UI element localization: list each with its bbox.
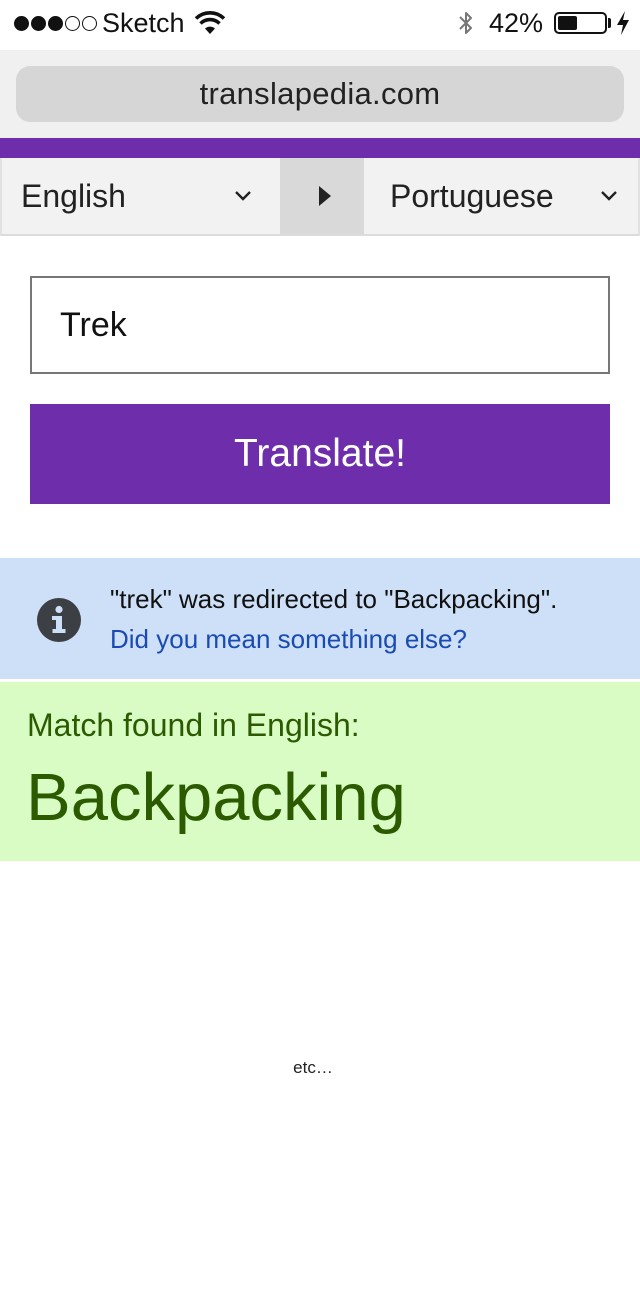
source-language-select[interactable]: English	[2, 158, 280, 234]
match-word: Backpacking	[26, 760, 406, 835]
signal-strength-icon	[14, 15, 97, 31]
etc-placeholder: etc…	[293, 1058, 333, 1077]
info-icon	[37, 598, 81, 642]
redirect-message: "trek" was redirected to "Backpacking".	[110, 584, 558, 614]
address-bar[interactable]: translapedia.com	[16, 66, 624, 122]
language-selector: English Portuguese	[0, 158, 640, 236]
battery-tip	[608, 18, 611, 28]
source-language-label: English	[21, 178, 126, 214]
battery-level	[558, 16, 577, 30]
signal-dot	[14, 15, 29, 31]
target-language-label: Portuguese	[390, 178, 554, 214]
signal-dot	[65, 15, 80, 31]
chevron-down-icon	[601, 191, 617, 201]
carrier-name: Sketch	[102, 8, 185, 38]
browser-toolbar: translapedia.com	[0, 50, 640, 138]
match-label: Match found in English:	[27, 707, 360, 743]
triangle-right-icon	[319, 186, 331, 206]
signal-dot	[48, 15, 63, 31]
swap-direction-button[interactable]	[280, 158, 364, 234]
did-you-mean-link[interactable]: Did you mean something else?	[110, 622, 467, 656]
word-input[interactable]	[30, 276, 610, 374]
status-bar: Sketch 42%	[0, 0, 640, 46]
target-language-select[interactable]: Portuguese	[364, 158, 640, 234]
battery-percent: 42%	[489, 8, 544, 38]
wifi-icon	[194, 11, 226, 34]
signal-dot	[31, 15, 46, 31]
battery-icon	[554, 12, 607, 34]
signal-dot	[82, 15, 97, 31]
chevron-down-icon	[235, 191, 251, 201]
header-strip	[0, 138, 640, 158]
bluetooth-icon	[459, 12, 472, 34]
bolt-icon	[617, 11, 629, 35]
redirect-notice	[0, 558, 640, 679]
translate-button[interactable]: Translate!	[30, 404, 610, 504]
